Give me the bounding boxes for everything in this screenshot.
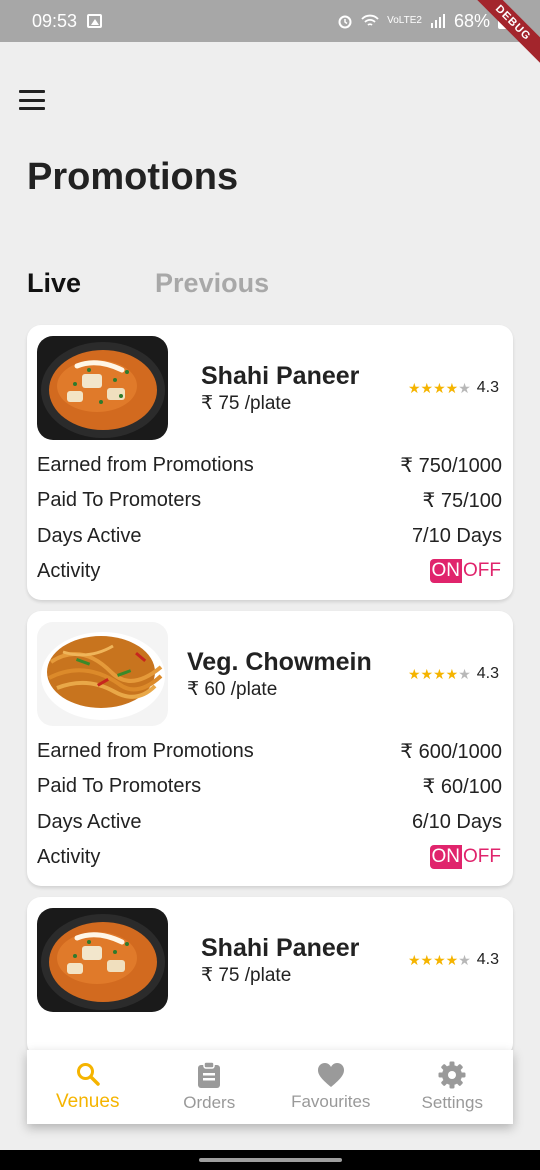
- dish-name: Shahi Paneer: [201, 934, 360, 962]
- lte-icon: VoLTE2: [387, 15, 422, 26]
- gallery-icon: [87, 14, 103, 28]
- earned-row: Earned from Promotions ₹ 600/1000: [37, 736, 502, 766]
- activity-toggle[interactable]: ON OFF: [429, 559, 503, 583]
- tab-bar: Live Previous: [27, 268, 269, 299]
- earned-value: ₹ 750/1000: [400, 454, 502, 477]
- activity-label: Activity: [37, 845, 101, 868]
- toggle-on[interactable]: ON: [429, 559, 462, 583]
- nav-label: Settings: [421, 1093, 483, 1112]
- star-rating-icon: ★★★★★: [407, 379, 471, 396]
- search-icon: [76, 1063, 100, 1086]
- earned-label: Earned from Promotions: [37, 739, 254, 762]
- dish-name: Veg. Chowmein: [187, 648, 372, 676]
- gear-icon: [438, 1061, 466, 1089]
- activity-row: Activity ON OFF: [37, 556, 502, 586]
- paid-value: ₹ 60/100: [422, 775, 502, 798]
- promotion-card[interactable]: Shahi Paneer ₹ 75 /plate ★★★★★ 4.3 Earne…: [27, 325, 513, 600]
- days-label: Days Active: [37, 524, 142, 547]
- nav-label: Favourites: [291, 1092, 371, 1111]
- nav-label: Orders: [183, 1093, 236, 1112]
- dish-image: [37, 908, 168, 1012]
- days-value: 7/10 Days: [411, 524, 502, 547]
- promotion-card[interactable]: Shahi Paneer ₹ 75 /plate ★★★★★ 4.3: [27, 897, 513, 1057]
- dish-name: Shahi Paneer: [201, 362, 360, 390]
- promotion-card[interactable]: Veg. Chowmein ₹ 60 /plate ★★★★★ 4.3 Earn…: [27, 611, 513, 886]
- battery-percent: 68%: [453, 10, 490, 31]
- nav-orders[interactable]: Orders: [149, 1050, 271, 1124]
- days-label: Days Active: [37, 810, 142, 833]
- toggle-off[interactable]: OFF: [462, 845, 502, 869]
- earned-value: ₹ 600/1000: [400, 740, 502, 763]
- heart-icon: [317, 1063, 344, 1087]
- earned-row: Earned from Promotions ₹ 750/1000: [37, 450, 502, 480]
- status-time: 09:53: [32, 10, 78, 31]
- nav-label: Venues: [56, 1091, 120, 1112]
- dish-image: [37, 622, 168, 726]
- nav-venues[interactable]: Venues: [27, 1050, 149, 1124]
- signal-icon: [430, 14, 445, 28]
- clipboard-icon: [198, 1061, 221, 1088]
- star-rating-icon: ★★★★★: [407, 665, 471, 682]
- bottom-navigation: Venues Orders Favourites Settings: [27, 1050, 513, 1124]
- days-row: Days Active 6/10 Days: [37, 807, 502, 837]
- activity-label: Activity: [37, 559, 101, 582]
- toggle-on[interactable]: ON: [429, 845, 462, 869]
- dish-image: [37, 336, 168, 440]
- paid-row: Paid To Promoters ₹ 75/100: [37, 485, 502, 515]
- status-left: 09:53: [32, 10, 103, 32]
- tab-live[interactable]: Live: [27, 268, 81, 299]
- rating: ★★★★★ 4.3: [408, 951, 499, 969]
- rating-value: 4.3: [476, 665, 499, 682]
- activity-toggle[interactable]: ON OFF: [429, 845, 503, 869]
- rating-value: 4.3: [476, 951, 499, 968]
- rating-value: 4.3: [476, 379, 499, 396]
- days-value: 6/10 Days: [411, 810, 502, 833]
- dish-price: ₹ 75 /plate: [201, 393, 292, 414]
- rating: ★★★★★ 4.3: [408, 665, 499, 683]
- status-bar: 09:53 VoLTE2 68%: [0, 0, 540, 42]
- paid-label: Paid To Promoters: [37, 774, 202, 797]
- star-rating-icon: ★★★★★: [407, 951, 471, 968]
- paid-label: Paid To Promoters: [37, 488, 202, 511]
- tab-previous[interactable]: Previous: [155, 268, 269, 299]
- earned-label: Earned from Promotions: [37, 453, 254, 476]
- nav-favourites[interactable]: Favourites: [270, 1050, 392, 1124]
- paid-row: Paid To Promoters ₹ 60/100: [37, 771, 502, 801]
- status-right: VoLTE2 68%: [337, 11, 508, 32]
- dish-price: ₹ 75 /plate: [201, 965, 292, 986]
- activity-row: Activity ON OFF: [37, 842, 502, 872]
- dish-price: ₹ 60 /plate: [187, 679, 278, 700]
- menu-icon[interactable]: [19, 90, 45, 110]
- rating: ★★★★★ 4.3: [408, 379, 499, 397]
- page-title: Promotions: [27, 156, 239, 198]
- nav-settings[interactable]: Settings: [392, 1050, 514, 1124]
- days-row: Days Active 7/10 Days: [37, 521, 502, 551]
- alarm-icon: [338, 15, 352, 29]
- home-indicator[interactable]: [199, 1158, 342, 1162]
- wifi-icon: [361, 14, 379, 26]
- toggle-off[interactable]: OFF: [462, 559, 502, 583]
- paid-value: ₹ 75/100: [422, 489, 502, 512]
